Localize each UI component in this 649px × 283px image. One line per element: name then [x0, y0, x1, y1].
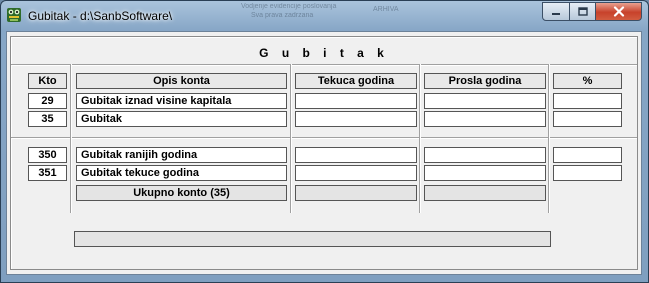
status-bar	[74, 231, 551, 247]
column-divider	[290, 64, 292, 213]
tekuca-godina-field-350[interactable]	[295, 147, 417, 163]
app-window: Gubitak - d:\SanbSoftware\ Vodjenje evid…	[0, 0, 649, 283]
row-kto-35: 35	[28, 111, 67, 127]
maximize-icon	[577, 7, 588, 16]
background-text: Vodjenje evidencije poslovanja	[241, 3, 337, 10]
column-header-prosla: Prosla godina	[424, 73, 546, 89]
column-divider	[70, 64, 72, 213]
total-tekuca-field	[295, 185, 417, 201]
row-kto-351: 351	[28, 165, 67, 181]
row-kto-350: 350	[28, 147, 67, 163]
window-title: Gubitak - d:\SanbSoftware\	[28, 9, 173, 23]
percent-field-350[interactable]	[553, 147, 622, 163]
column-header-opis: Opis konta	[76, 73, 287, 89]
column-divider	[419, 64, 421, 213]
close-icon	[613, 6, 624, 17]
percent-field-351[interactable]	[553, 165, 622, 181]
frog-app-icon[interactable]	[6, 7, 22, 23]
total-label: Ukupno konto (35)	[76, 185, 287, 201]
percent-field-29[interactable]	[553, 93, 622, 109]
gubitak-panel: G u b i t a k Kto Opis konta Tekuca godi…	[10, 36, 638, 270]
row-opis-350: Gubitak ranijih godina	[76, 147, 287, 163]
column-header-kto: Kto	[28, 73, 67, 89]
form-client-area: G u b i t a k Kto Opis konta Tekuca godi…	[6, 31, 642, 275]
column-header-percent: %	[553, 73, 622, 89]
column-divider	[548, 64, 550, 213]
minimize-button[interactable]	[542, 2, 570, 21]
title-bar[interactable]: Gubitak - d:\SanbSoftware\ Vodjenje evid…	[1, 1, 648, 31]
separator-line	[11, 137, 637, 139]
total-prosla-field	[424, 185, 546, 201]
prosla-godina-field-351[interactable]	[424, 165, 546, 181]
tekuca-godina-field-35[interactable]	[295, 111, 417, 127]
tekuca-godina-field-29[interactable]	[295, 93, 417, 109]
form-heading: G u b i t a k	[259, 46, 389, 60]
row-opis-29: Gubitak iznad visine kapitala	[76, 93, 287, 109]
close-button[interactable]	[595, 2, 642, 21]
percent-field-35[interactable]	[553, 111, 622, 127]
separator-line	[11, 64, 637, 66]
column-header-tekuca: Tekuca godina	[295, 73, 417, 89]
minimize-icon	[552, 12, 560, 15]
prosla-godina-field-29[interactable]	[424, 93, 546, 109]
background-text: Sva prava zadrzana	[251, 12, 314, 19]
background-text: ARHIVA	[373, 6, 399, 13]
row-kto-29: 29	[28, 93, 67, 109]
prosla-godina-field-350[interactable]	[424, 147, 546, 163]
tekuca-godina-field-351[interactable]	[295, 165, 417, 181]
prosla-godina-field-35[interactable]	[424, 111, 546, 127]
maximize-button[interactable]	[569, 2, 596, 21]
row-opis-351: Gubitak tekuce godina	[76, 165, 287, 181]
row-opis-35: Gubitak	[76, 111, 287, 127]
